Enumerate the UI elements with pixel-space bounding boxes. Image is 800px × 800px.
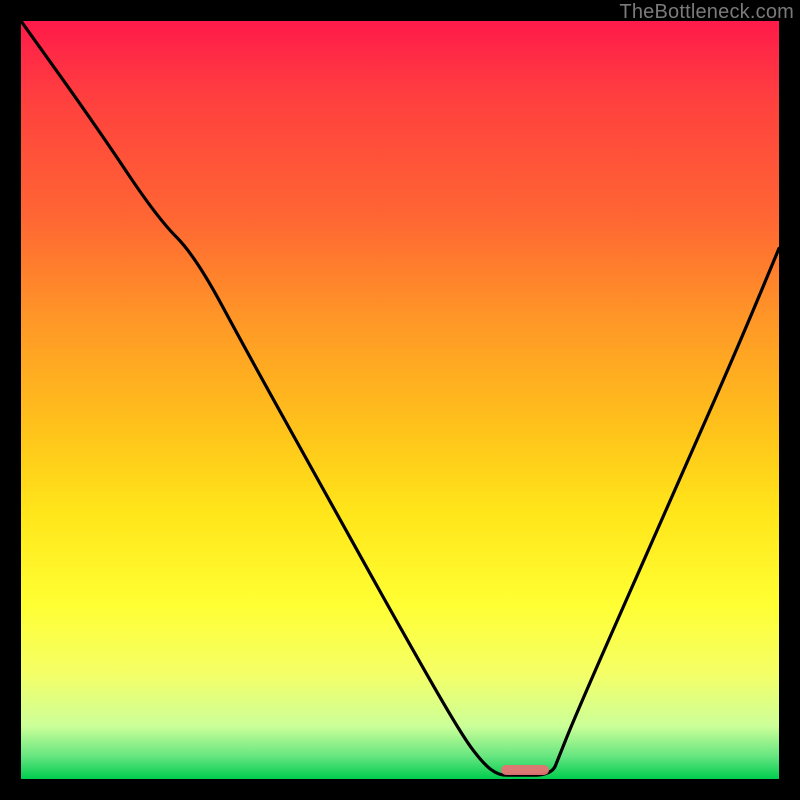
curve-path [21,21,779,775]
plot-area [21,21,779,779]
watermark-text: TheBottleneck.com [619,1,794,24]
bottleneck-curve [21,21,779,779]
optimum-marker [501,765,549,775]
chart-frame: TheBottleneck.com [0,0,800,800]
